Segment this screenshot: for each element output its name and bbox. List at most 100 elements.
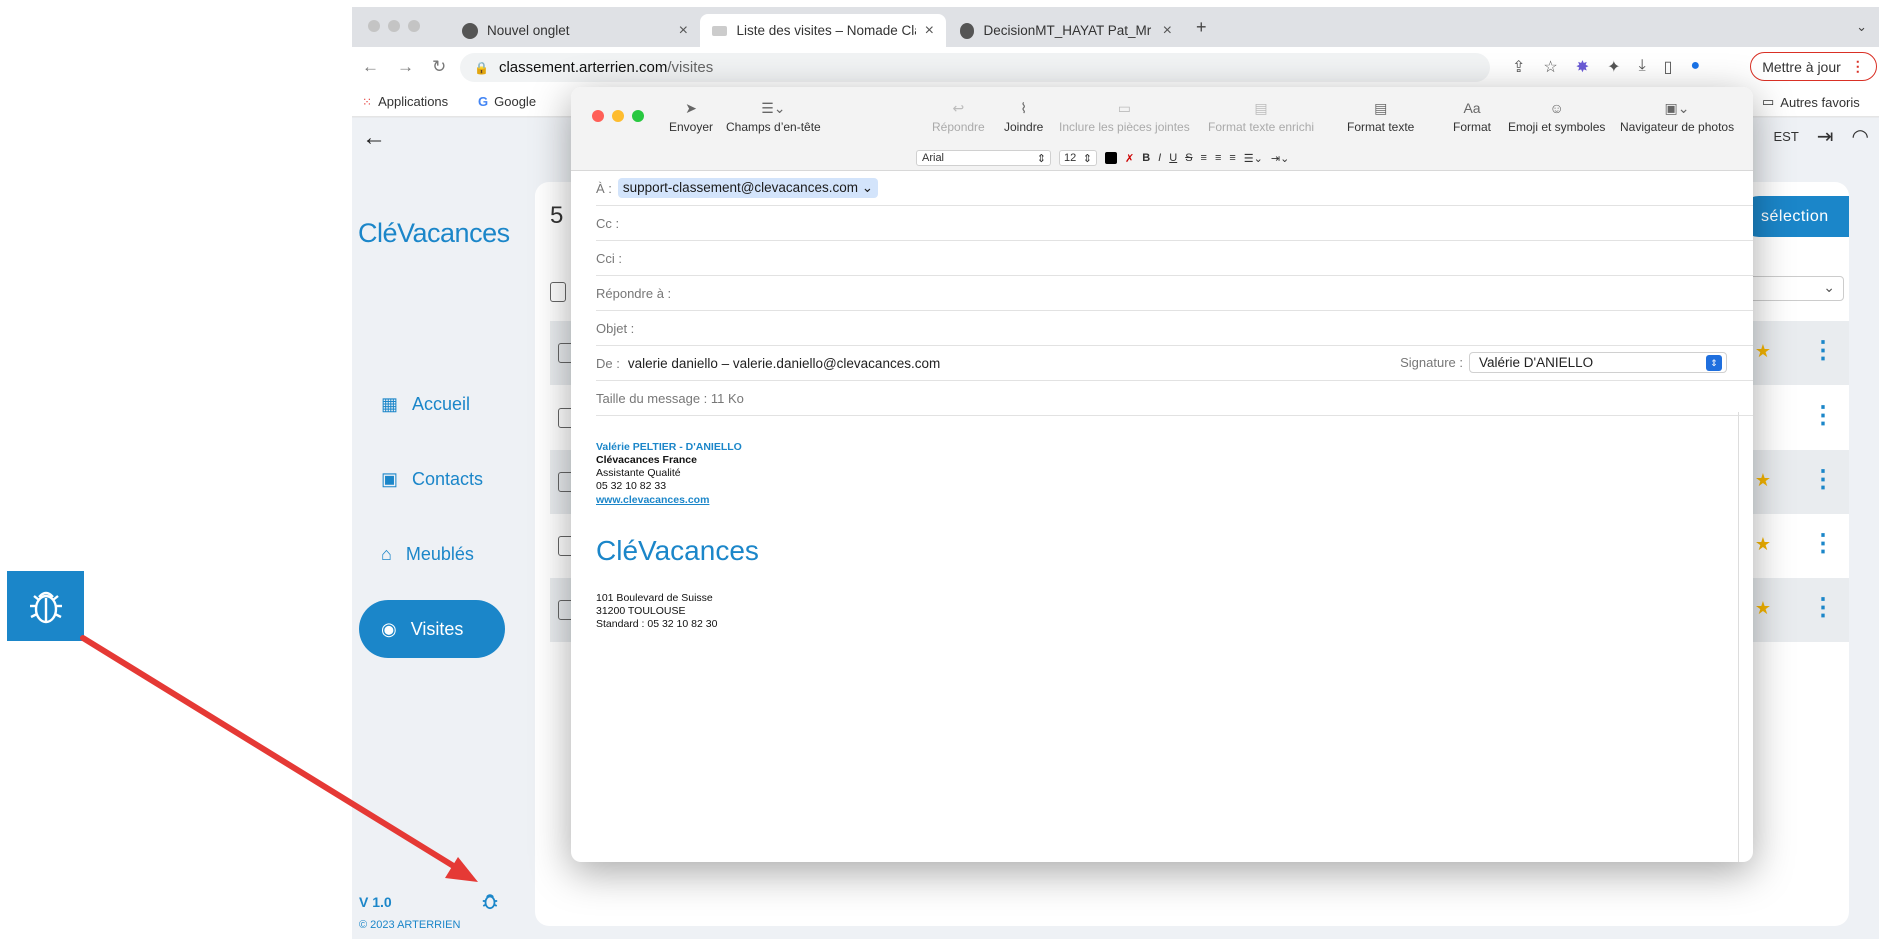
window-controls[interactable]: [368, 20, 420, 32]
apps-grid-icon: ⁙: [362, 94, 373, 109]
star-icon: ★: [1754, 470, 1771, 490]
highlight-icon[interactable]: ✗: [1125, 152, 1134, 165]
tab-search-icon[interactable]: ⌄: [1856, 19, 1867, 35]
dashboard-icon: ▦: [381, 393, 399, 414]
reply-button: ↩ Répondre: [932, 100, 985, 134]
text-format-button[interactable]: ▤ Format texte: [1347, 100, 1414, 134]
list-icon: ☰⌄: [761, 100, 786, 116]
lock-icon: 🔒: [474, 60, 489, 75]
row-menu-icon[interactable]: ⋮: [1811, 339, 1835, 363]
align-center-icon[interactable]: ≡: [1215, 152, 1221, 164]
bookmark-google[interactable]: G Google: [478, 94, 536, 109]
update-button[interactable]: Mettre à jour ⋮: [1750, 52, 1877, 81]
underline-icon[interactable]: U: [1169, 152, 1177, 164]
browser-toolbar: ← → ↻ 🔒 classement.arterrien.com/visites…: [352, 47, 1879, 87]
from-field[interactable]: De : valerie daniello – valerie.daniello…: [596, 346, 1753, 381]
email-signature: Valérie PELTIER - D'ANIELLO Clévacances …: [596, 441, 742, 507]
font-select[interactable]: Arial ⇕: [916, 150, 1051, 166]
photo-icon: ▣⌄: [1664, 100, 1690, 116]
close-tab-icon[interactable]: ×: [1163, 22, 1172, 40]
reply-to-field[interactable]: Répondre à :: [596, 276, 1753, 311]
page-icon: [712, 25, 728, 36]
text-color-swatch[interactable]: [1105, 152, 1117, 164]
sidebar-item-contacts[interactable]: ▣ Contacts: [359, 450, 505, 508]
subject-field[interactable]: Objet :: [596, 311, 1753, 346]
close-tab-icon[interactable]: ×: [679, 22, 688, 40]
extension-icon[interactable]: ✸: [1576, 57, 1589, 77]
signature-address: 101 Boulevard de Suisse 31200 TOULOUSE S…: [596, 592, 718, 630]
reload-icon[interactable]: ↻: [432, 57, 446, 77]
align-right-icon[interactable]: ≡: [1229, 152, 1235, 164]
cc-field[interactable]: Cc :: [596, 206, 1753, 241]
sidepanel-icon[interactable]: ▯: [1664, 57, 1673, 77]
eye-icon: ◉: [381, 618, 397, 639]
logout-icon[interactable]: ⇥: [1817, 124, 1834, 149]
address-bar[interactable]: 🔒 classement.arterrien.com/visites: [460, 53, 1490, 82]
bookmark-apps[interactable]: ⁙ Applications: [362, 94, 448, 109]
header-fields-button[interactable]: ☰⌄ Champs d’en-tête: [726, 100, 821, 134]
attach-button[interactable]: ⌇ Joindre: [1004, 100, 1043, 134]
tab-visites[interactable]: Liste des visites – Nomade Cla ×: [700, 14, 946, 47]
back-arrow-icon[interactable]: ←: [362, 124, 386, 152]
tab-decision[interactable]: DecisionMT_HAYAT Pat_Mr (1) ×: [948, 14, 1184, 47]
globe-icon: [960, 22, 975, 39]
send-icon: ➤: [685, 100, 697, 116]
close-tab-icon[interactable]: ×: [925, 22, 934, 40]
sidebar-item-accueil[interactable]: ▦ Accueil: [359, 375, 505, 433]
indent-icon[interactable]: ⇥⌄: [1271, 152, 1289, 165]
reply-icon: ↩: [952, 100, 965, 116]
row-menu-icon[interactable]: ⋮: [1811, 532, 1835, 556]
bcc-field[interactable]: Cci :: [596, 241, 1753, 276]
back-icon[interactable]: ←: [362, 57, 379, 77]
user-label: EST: [1773, 129, 1799, 144]
bookmark-star-icon[interactable]: ☆: [1543, 57, 1557, 77]
message-size: Taille du message : 11 Ko: [596, 381, 1753, 416]
bug-report-small-icon[interactable]: [481, 891, 499, 916]
to-field[interactable]: À : support-classement@clevacances.com ⌄: [596, 171, 1753, 206]
version-label: V 1.0: [359, 894, 392, 910]
font-size-select[interactable]: 12 ⇕: [1059, 150, 1097, 166]
align-left-icon[interactable]: ≡: [1201, 152, 1207, 164]
website-link[interactable]: www.clevacances.com: [596, 494, 742, 507]
bold-icon[interactable]: B: [1142, 152, 1150, 164]
selection-button[interactable]: sélection: [1739, 196, 1849, 237]
row-menu-icon[interactable]: ⋮: [1811, 468, 1835, 492]
sidebar-item-visites[interactable]: ◉ Visites: [359, 600, 505, 658]
recipient-token[interactable]: support-classement@clevacances.com ⌄: [617, 178, 879, 198]
forward-icon[interactable]: →: [397, 57, 414, 77]
mail-window-controls[interactable]: [592, 110, 644, 122]
attachment-include-icon: ▭: [1117, 100, 1131, 116]
sort-select[interactable]: ⌄: [1744, 276, 1844, 301]
sidebar-item-meubles[interactable]: ⌂ Meublés: [359, 525, 505, 583]
contact-card-icon: ▣: [381, 468, 399, 489]
download-icon[interactable]: ⤓: [1639, 57, 1646, 77]
bug-report-icon[interactable]: [7, 571, 84, 641]
send-button[interactable]: ➤ Envoyer: [669, 100, 713, 134]
tab-bar: Nouvel onglet × Liste des visites – Noma…: [352, 7, 1879, 47]
signature-select[interactable]: Valérie D'ANIELLO ⇕: [1469, 352, 1727, 373]
bookmark-others[interactable]: ▭ Autres favoris: [1762, 94, 1860, 110]
mail-toolbar: ➤ Envoyer ☰⌄ Champs d’en-tête ↩ Répondre ⌇ J…: [571, 87, 1753, 171]
photo-browser-button[interactable]: ▣⌄ Navigateur de photos: [1620, 100, 1734, 134]
share-icon[interactable]: ⇪: [1512, 57, 1525, 77]
format-button[interactable]: Aa Format: [1453, 100, 1491, 134]
row-menu-icon[interactable]: ⋮: [1811, 596, 1835, 620]
scrollbar[interactable]: [1738, 412, 1739, 862]
star-icon: ★: [1754, 341, 1771, 361]
select-all-checkbox[interactable]: [550, 282, 566, 302]
puzzle-icon[interactable]: ✦: [1607, 57, 1620, 77]
document-icon: ▤: [1374, 100, 1388, 116]
profile-icon[interactable]: ●: [1690, 57, 1700, 77]
signature-logo: CléVacances: [596, 535, 759, 566]
house-icon: ⌂: [381, 543, 392, 564]
strikethrough-icon[interactable]: S: [1185, 152, 1192, 164]
emoji-button[interactable]: ☺ Emoji et symboles: [1508, 100, 1605, 134]
tab-new[interactable]: Nouvel onglet ×: [450, 14, 700, 47]
new-tab-button[interactable]: +: [1196, 17, 1207, 38]
row-menu-icon[interactable]: ⋮: [1811, 404, 1835, 428]
rich-text-button: ▤ Format texte enrichi: [1208, 100, 1315, 134]
italic-icon[interactable]: I: [1158, 152, 1161, 164]
chevron-down-icon: ⌄: [1823, 279, 1835, 295]
list-format-icon[interactable]: ☰⌄: [1244, 152, 1263, 165]
folder-icon: ▭: [1762, 94, 1775, 109]
